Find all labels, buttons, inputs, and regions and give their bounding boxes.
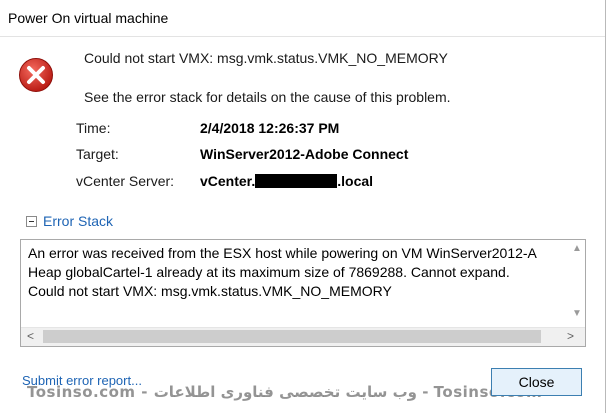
- target-value: WinServer2012-Adobe Connect: [200, 146, 409, 162]
- stack-line: An error was received from the ESX host …: [28, 245, 537, 261]
- vcenter-suffix: .local: [337, 173, 374, 189]
- horizontal-scroll-thumb[interactable]: [43, 330, 541, 343]
- redaction-bar: [255, 174, 338, 188]
- watermark: Tosinso.com - وب سایت تخصصی فناوری اطلاع…: [27, 383, 543, 401]
- time-value: 2/4/2018 12:26:37 PM: [200, 120, 340, 136]
- error-icon: [19, 58, 53, 92]
- scroll-right-icon[interactable]: >: [567, 329, 574, 343]
- title-separator: [0, 36, 605, 37]
- collapse-icon[interactable]: [26, 215, 37, 227]
- close-button[interactable]: Close: [491, 368, 582, 396]
- window-title: Power On virtual machine: [8, 10, 169, 26]
- target-label: Target:: [76, 146, 119, 162]
- error-stack-text: An error was received from the ESX host …: [28, 244, 548, 301]
- error-stack-textbox[interactable]: An error was received from the ESX host …: [20, 239, 586, 347]
- scroll-down-icon[interactable]: ▼: [572, 308, 582, 319]
- error-message: Could not start VMX: msg.vmk.status.VMK_…: [84, 50, 448, 66]
- vcenter-prefix: vCenter.: [200, 173, 256, 189]
- horizontal-scrollbar[interactable]: < >: [21, 327, 585, 346]
- error-stack-label: Error Stack: [43, 213, 114, 229]
- vertical-scrollbar[interactable]: ▲ ▼: [568, 240, 585, 329]
- scroll-up-icon[interactable]: ▲: [572, 243, 582, 254]
- stack-line: Could not start VMX: msg.vmk.status.VMK_…: [28, 283, 392, 299]
- error-stack-toggle[interactable]: Error Stack: [26, 213, 113, 229]
- vcenter-value: vCenter. .local: [200, 173, 373, 189]
- title-bar[interactable]: Power On virtual machine: [0, 0, 605, 36]
- stack-line: Heap globalCartel-1 already at its maxim…: [28, 264, 510, 280]
- scroll-left-icon[interactable]: <: [27, 329, 34, 343]
- time-label: Time:: [76, 120, 111, 136]
- vcenter-label: vCenter Server:: [76, 173, 175, 189]
- error-hint: See the error stack for details on the c…: [84, 89, 451, 105]
- dialog-window: Power On virtual machine Could not start…: [0, 0, 606, 413]
